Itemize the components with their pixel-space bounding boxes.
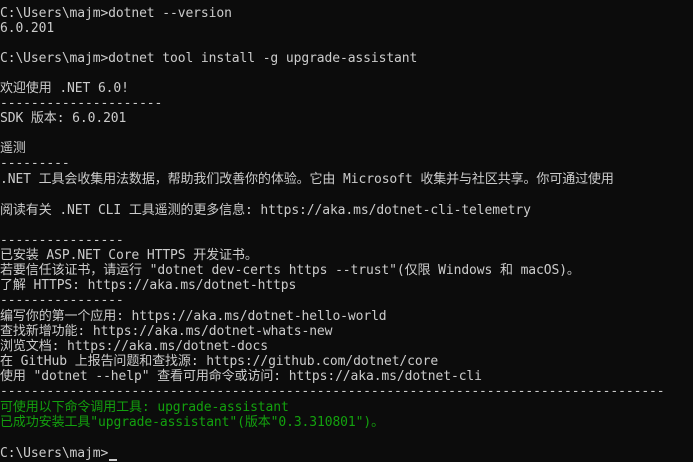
terminal-line-success: 已成功安装工具"upgrade-assistant"(版本"0.3.310801… [0, 415, 384, 430]
terminal-line-divider: ---------------- [0, 293, 124, 308]
terminal-line-command: C:\Users\majm>dotnet --version [0, 6, 232, 21]
terminal-line-output: 遥测 [0, 141, 26, 156]
terminal-line-output: 浏览文档: https://aka.ms/dotnet-docs [0, 339, 268, 354]
terminal-line-output: 编写你的第一个应用: https://aka.ms/dotnet-hello-w… [0, 309, 387, 324]
terminal-line-output: 6.0.201 [0, 21, 55, 36]
terminal-line-output: 欢迎使用 .NET 6.0! [0, 81, 129, 96]
prompt-text: C:\Users\majm> [0, 446, 109, 461]
terminal-prompt[interactable]: C:\Users\majm> [0, 446, 118, 461]
terminal-line-divider: --------- [0, 156, 70, 171]
terminal-line-output: 了解 HTTPS: https://aka.ms/dotnet-https [0, 278, 297, 293]
terminal-line-output: 使用 "dotnet --help" 查看可用命令或访问: https://ak… [0, 369, 482, 384]
terminal-line-output: 阅读有关 .NET CLI 工具遥测的更多信息: https://aka.ms/… [0, 203, 531, 218]
terminal-line-divider: ---------------- [0, 233, 124, 248]
terminal-line-output: 已安装 ASP.NET Core HTTPS 开发证书。 [0, 248, 258, 263]
terminal-line-output: 若要信任该证书，请运行 "dotnet dev-certs https --tr… [0, 263, 580, 278]
terminal-line-output: SDK 版本: 6.0.201 [0, 111, 127, 126]
terminal-line-divider: ----------------------------------------… [0, 384, 665, 399]
terminal-window[interactable]: C:\Users\majm>dotnet --version 6.0.201 C… [0, 0, 693, 462]
terminal-line-success: 可使用以下命令调用工具: upgrade-assistant [0, 400, 289, 415]
terminal-line-output: 查找新增功能: https://aka.ms/dotnet-whats-new [0, 324, 333, 339]
terminal-line-output: 在 GitHub 上报告问题和查找源: https://github.com/d… [0, 354, 439, 369]
terminal-line-command: C:\Users\majm>dotnet tool install -g upg… [0, 51, 418, 66]
text-cursor [109, 459, 118, 461]
terminal-line-output: .NET 工具会收集用法数据，帮助我们改善你的体验。它由 Microsoft 收… [0, 172, 614, 187]
terminal-line-divider: --------------------- [0, 96, 163, 111]
